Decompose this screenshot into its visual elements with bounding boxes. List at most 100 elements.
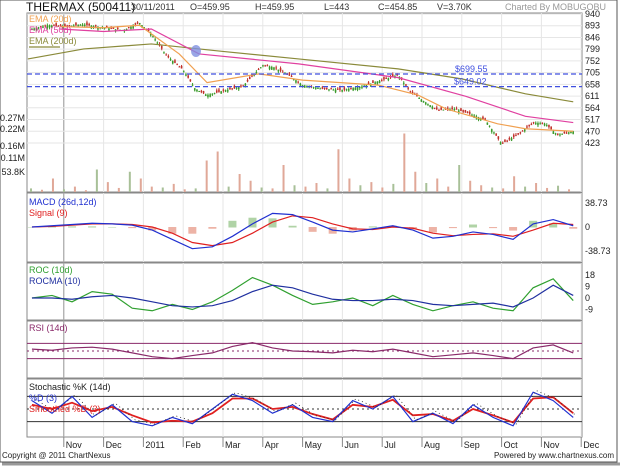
volume-bar — [172, 183, 175, 192]
candle-body — [530, 124, 533, 126]
candle-body — [88, 24, 90, 26]
volume-bar — [557, 185, 560, 192]
candle-body — [519, 132, 522, 134]
y-tick-label: 705 — [585, 68, 600, 78]
y-tick-label: 752 — [585, 56, 600, 66]
candle-body — [567, 132, 570, 134]
candle-body — [277, 69, 280, 72]
volume-bar — [568, 189, 571, 192]
volume-bar — [524, 186, 527, 192]
candle-body — [438, 109, 440, 111]
candle-body — [556, 133, 559, 135]
volume-bar — [238, 174, 241, 192]
volume-bar — [73, 186, 76, 192]
candle-body — [215, 90, 218, 93]
candle-body — [451, 107, 453, 109]
candle-body — [288, 73, 291, 76]
candle-body — [521, 130, 524, 132]
macd-histogram-bar — [469, 224, 478, 228]
legend-ema200: EMA (200d) — [29, 36, 77, 46]
macd-histogram-bar — [489, 227, 498, 229]
volume-bar — [30, 188, 32, 192]
candle-body — [290, 76, 293, 78]
volume-bar — [117, 187, 120, 192]
candle-body — [229, 87, 231, 90]
candle-body — [528, 124, 530, 126]
candle-body — [262, 65, 264, 67]
candle-body — [187, 75, 189, 78]
crossover-marker — [191, 45, 201, 57]
candle-body — [455, 108, 458, 110]
macd-histogram-bar — [128, 227, 137, 229]
candle-body — [110, 27, 112, 29]
candle-body — [213, 93, 216, 95]
volume-bar — [271, 188, 274, 192]
candle-body — [347, 88, 350, 91]
candle-body — [317, 87, 319, 89]
candle-body — [541, 122, 544, 124]
macd-histogram-bar — [188, 227, 197, 234]
volume-bar — [315, 183, 318, 192]
volume-bar — [62, 189, 65, 192]
y-tick-label: 564 — [585, 103, 600, 113]
header-low: L=443 — [324, 2, 349, 12]
candle-body — [559, 134, 561, 136]
legend-signal: Signal (9) — [29, 208, 68, 218]
volume-bar — [414, 171, 417, 192]
candle-body — [178, 66, 181, 68]
volume-bar — [161, 187, 164, 192]
candle-body — [499, 142, 502, 145]
panel-0 — [26, 12, 583, 193]
legend-macd: MACD (26d,12d) — [29, 197, 97, 207]
volume-bar — [381, 187, 384, 192]
macd-histogram-bar — [108, 227, 117, 228]
candle-body — [171, 61, 174, 64]
x-tick-label: Dec — [583, 440, 600, 450]
candle-body — [336, 88, 339, 90]
y-tick-label: 846 — [585, 32, 600, 42]
volume-bar — [480, 185, 483, 192]
volume-bar — [51, 178, 54, 192]
candle-body — [176, 63, 178, 65]
volume-bar — [194, 188, 197, 192]
candle-body — [506, 140, 508, 142]
candle-body — [218, 89, 220, 92]
volume-bar — [106, 182, 109, 192]
candle-body — [453, 108, 456, 110]
candle-body — [207, 94, 209, 97]
chart-canvas: THERMAX (500411) 30/11/2011 O=459.95 H=4… — [0, 0, 620, 466]
candle-body — [202, 91, 205, 94]
candle-body — [319, 88, 321, 90]
candle-body — [156, 42, 159, 44]
candle-body — [328, 89, 330, 91]
volume-bar — [491, 187, 494, 192]
x-tick-label: Aug — [424, 440, 440, 450]
candle-body — [86, 22, 88, 26]
candle-body — [211, 93, 214, 95]
candle-body — [460, 108, 462, 112]
candle-body — [323, 87, 326, 89]
candle-body — [163, 51, 165, 53]
candle-body — [136, 22, 139, 24]
candle-body — [376, 81, 379, 84]
candle-body — [196, 89, 198, 92]
candle-body — [312, 87, 315, 89]
macd-histogram-bar — [68, 226, 77, 228]
candle-body — [330, 88, 332, 90]
candle-body — [345, 89, 348, 91]
candle-body — [420, 99, 423, 102]
candle-body — [429, 105, 431, 107]
x-tick-label: Apr — [265, 440, 279, 450]
candle-body — [440, 107, 442, 110]
y-tick-label: 517 — [585, 115, 600, 125]
candle-body — [405, 84, 407, 86]
candle-body — [488, 125, 491, 127]
candle-body — [189, 79, 192, 82]
candle-body — [539, 123, 541, 125]
volume-tick-label: 0.22M — [0, 124, 25, 134]
macd-histogram-bar — [288, 225, 297, 228]
candle-body — [387, 78, 390, 81]
candle-body — [495, 133, 497, 136]
candle-body — [497, 136, 500, 139]
candle-body — [374, 82, 376, 84]
